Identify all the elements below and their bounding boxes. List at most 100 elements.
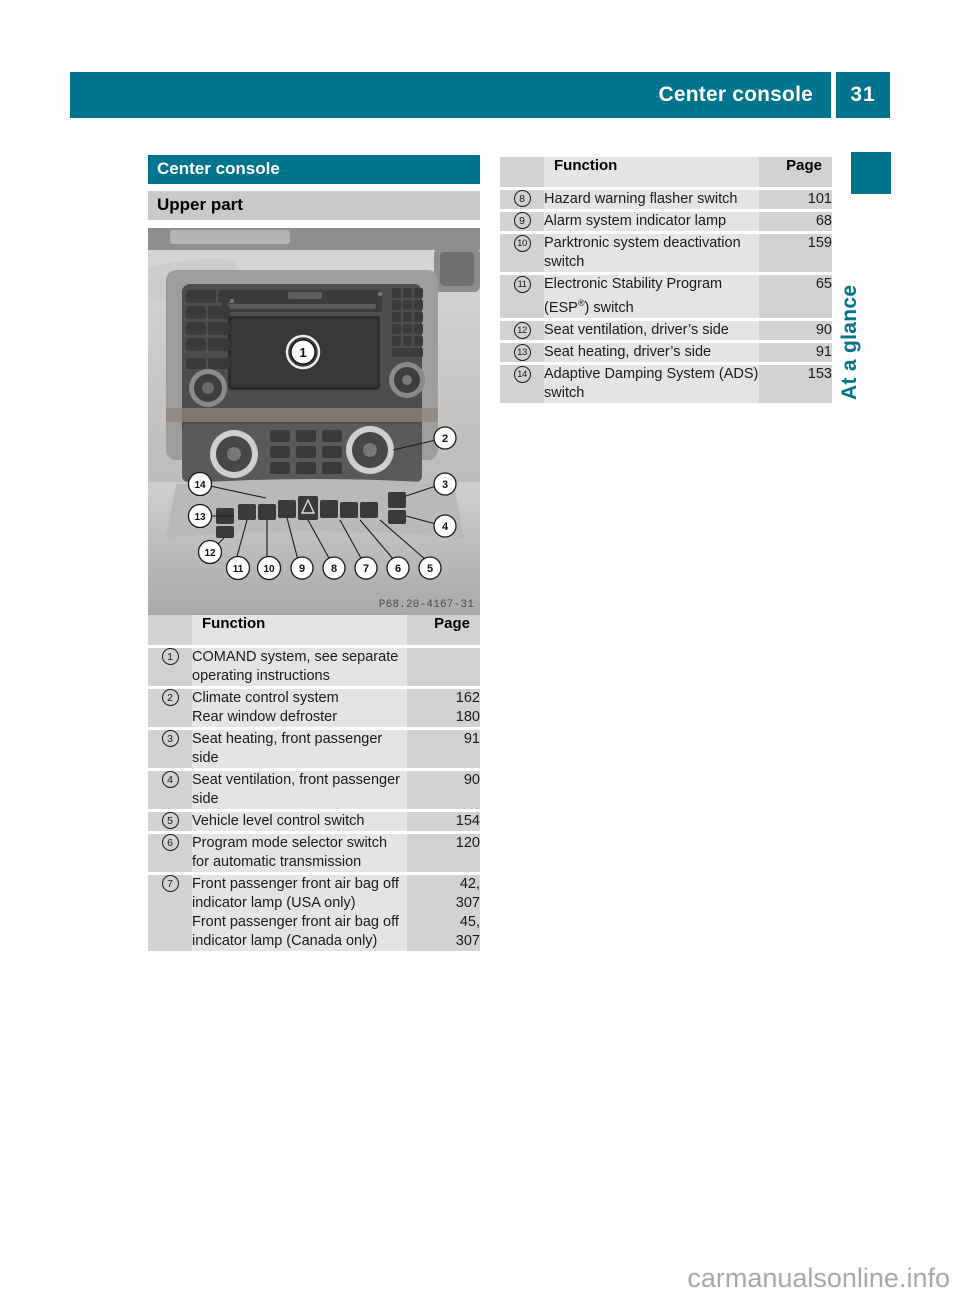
svg-text:14: 14	[194, 480, 206, 491]
row-number-cell: 9	[500, 210, 544, 233]
svg-text:10: 10	[263, 564, 275, 575]
svg-text:11: 11	[233, 564, 244, 575]
row-page-cell: 162	[407, 687, 480, 708]
row-number-cell: 11	[500, 273, 544, 320]
table-row: 11 Electronic Stability Program (ESP®) sw…	[500, 273, 832, 320]
subsection-title: Upper part	[148, 191, 480, 220]
table-row: Front passenger front air bag off indica…	[148, 913, 480, 951]
row-function-cell: Adaptive Damping System (ADS) switch	[544, 363, 759, 403]
table-row: 8 Hazard warning flasher switch 101	[500, 188, 832, 211]
callout-number: 3	[161, 730, 179, 747]
table-header-row: Function Page	[500, 157, 832, 189]
row-page-cell: 101	[759, 188, 832, 211]
row-function-cell: Electronic Stability Program (ESP®) swit…	[544, 273, 759, 320]
row-number-cell: 7	[148, 873, 192, 913]
row-function-cell: COMAND system, see separate operating in…	[192, 646, 407, 688]
table-row: 13 Seat heating, driver’s side 91	[500, 341, 832, 364]
callout-number: 2	[161, 689, 179, 706]
row-number-cell: 14	[500, 363, 544, 403]
row-function-cell: Seat heating, driver’s side	[544, 341, 759, 364]
row-page-cell	[407, 646, 480, 688]
table-row: 14 Adaptive Damping System (ADS) switch 15…	[500, 363, 832, 403]
row-function-cell: Program mode selector switch for automat…	[192, 832, 407, 874]
svg-text:3: 3	[442, 479, 448, 491]
callout-number: 8	[513, 190, 531, 207]
svg-text:6: 6	[395, 563, 401, 575]
row-function-cell: Front passenger front air bag off indica…	[192, 913, 407, 951]
row-page-cell: 180	[407, 708, 480, 729]
section-title: Center console	[148, 155, 480, 184]
row-number-cell	[148, 708, 192, 729]
svg-text:7: 7	[363, 563, 369, 575]
page-number-box: 31	[836, 72, 890, 118]
row-function-cell: Hazard warning flasher switch	[544, 188, 759, 211]
row-function-cell: Vehicle level control switch	[192, 810, 407, 833]
row-page-cell: 90	[407, 769, 480, 811]
header-bar: Center console	[70, 72, 831, 118]
column-header-page: Page	[407, 615, 480, 647]
row-function-cell: Parktronic system deactivation switch	[544, 232, 759, 274]
callout-number: 13	[513, 343, 531, 361]
table-row: Rear window defroster 180	[148, 708, 480, 729]
table-row: 7 Front passenger front air bag off indic…	[148, 873, 480, 913]
left-table-body: 1 COMAND system, see separate operating i…	[148, 646, 480, 951]
column-header-function: Function	[192, 615, 407, 647]
callout-number: 1	[161, 648, 179, 665]
callout-number: 7	[161, 875, 179, 892]
row-function-cell: Front passenger front air bag off indica…	[192, 873, 407, 913]
chapter-tab-text: At a glance	[838, 284, 861, 400]
row-number-cell	[148, 913, 192, 951]
svg-text:4: 4	[442, 521, 449, 533]
row-function-cell: Seat ventilation, driver’s side	[544, 319, 759, 342]
row-number-cell: 6	[148, 832, 192, 874]
row-function-cell: Alarm system indicator lamp	[544, 210, 759, 233]
chapter-tab-label: At a glance	[838, 200, 891, 400]
table-row: 5 Vehicle level control switch 154	[148, 810, 480, 833]
site-watermark: carmanualsonline.info	[687, 1263, 950, 1293]
callout-number: 9	[513, 212, 531, 229]
row-page-cell: 45, 307	[407, 913, 480, 951]
row-number-cell: 8	[500, 188, 544, 211]
table-row: 10 Parktronic system deactivation switch 1…	[500, 232, 832, 274]
row-number-cell: 13	[500, 341, 544, 364]
row-page-cell: 120	[407, 832, 480, 874]
table-row: 6 Program mode selector switch for automa…	[148, 832, 480, 874]
svg-text:2: 2	[442, 433, 448, 445]
svg-text:12: 12	[204, 548, 216, 559]
row-function-cell: Climate control system	[192, 687, 407, 708]
row-page-cell: 68	[759, 210, 832, 233]
callout-number: 14	[513, 365, 531, 383]
table-row: 9 Alarm system indicator lamp 68	[500, 210, 832, 233]
left-function-table: Function Page 1 COMAND system, see separa…	[148, 615, 480, 951]
callout-number: 5	[161, 812, 179, 829]
row-page-cell: 42, 307	[407, 873, 480, 913]
page-header: Center console 31	[70, 72, 890, 118]
row-function-cell: Seat ventilation, front passenger side	[192, 769, 407, 811]
row-number-cell: 2	[148, 687, 192, 708]
callout-number: 6	[161, 834, 179, 851]
row-page-cell: 159	[759, 232, 832, 274]
right-column: Function Page 8 Hazard warning flasher sw…	[500, 157, 832, 403]
row-page-cell: 90	[759, 319, 832, 342]
figure-caption: P68.20-4167-31	[378, 599, 474, 611]
row-number-cell: 12	[500, 319, 544, 342]
row-number-cell: 3	[148, 728, 192, 770]
row-page-cell: 153	[759, 363, 832, 403]
row-page-cell: 154	[407, 810, 480, 833]
svg-text:5: 5	[427, 563, 433, 575]
chapter-tab-marker	[851, 152, 891, 194]
table-row: 1 COMAND system, see separate operating i…	[148, 646, 480, 688]
center-console-illustration: 1 2 3 4 5 6 7 8 9 10 11 12 13 14	[148, 228, 480, 615]
callout-number: 10	[513, 235, 531, 252]
column-header-page: Page	[759, 157, 832, 189]
column-header-number	[500, 157, 544, 189]
row-page-cell: 91	[759, 341, 832, 364]
row-number-cell: 1	[148, 646, 192, 688]
column-header-number	[148, 615, 192, 647]
center-console-figure: 1 2 3 4 5 6 7 8 9 10 11 12 13 14 P68.20-…	[148, 228, 480, 615]
left-column: Center console Upper part 1 2 3 4 5 6 7 …	[148, 155, 480, 951]
svg-text:9: 9	[299, 563, 305, 575]
table-header-row: Function Page	[148, 615, 480, 647]
row-function-cell: Rear window defroster	[192, 708, 407, 729]
row-page-cell: 65	[759, 273, 832, 320]
